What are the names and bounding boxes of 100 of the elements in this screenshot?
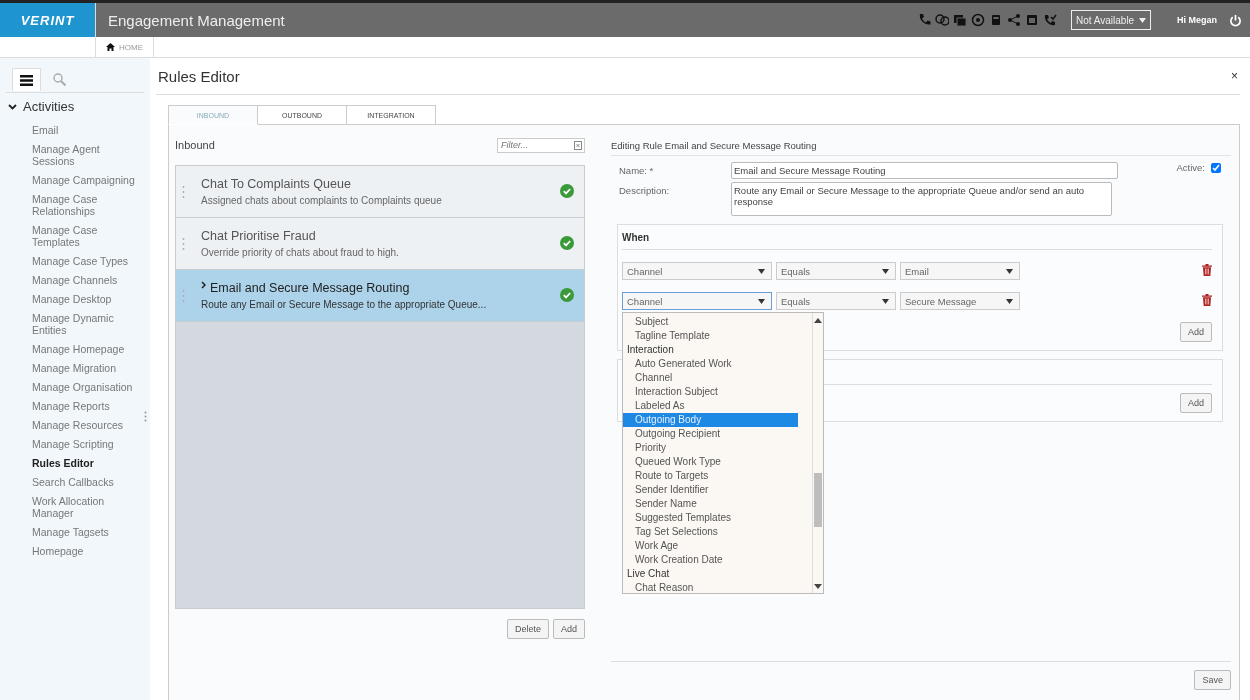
sidebar-item[interactable]: Manage Case Templates xyxy=(32,224,140,248)
dropdown-option[interactable]: Work Creation Date xyxy=(623,553,798,567)
card-icon[interactable] xyxy=(989,13,1003,27)
greeting: Hi Megan xyxy=(1177,15,1217,25)
trash-icon[interactable] xyxy=(1202,264,1212,276)
dropdown-option[interactable]: Chat Reason xyxy=(623,581,798,595)
operator-select[interactable]: Equals xyxy=(776,262,896,280)
caret-icon xyxy=(1006,298,1013,304)
dropdown-option[interactable]: Channel xyxy=(623,371,798,385)
phone-icon[interactable] xyxy=(917,13,931,27)
sidebar-item[interactable]: Manage Campaigning xyxy=(32,174,140,186)
activities-section[interactable]: Activities xyxy=(8,99,144,114)
dropdown-option[interactable]: Priority xyxy=(623,441,798,455)
dropdown-option[interactable]: Sender Name xyxy=(623,497,798,511)
sidebar-item[interactable]: Email xyxy=(32,124,140,136)
list-button[interactable]: Add xyxy=(553,619,585,639)
active-checkbox[interactable] xyxy=(1211,162,1221,173)
page-title: Rules Editor xyxy=(158,67,240,85)
target-icon[interactable] xyxy=(971,13,985,27)
check-icon xyxy=(560,183,574,198)
chat-bubbles-icon[interactable] xyxy=(935,13,949,27)
value-select[interactable]: Secure Message xyxy=(900,292,1020,310)
sidebar-item[interactable]: Manage Reports xyxy=(32,400,140,412)
sidebar-item[interactable]: Manage Channels xyxy=(32,274,140,286)
trash-icon[interactable] xyxy=(1202,294,1212,306)
field-select[interactable]: Channel xyxy=(622,292,772,310)
save-button[interactable]: Save xyxy=(1194,670,1231,690)
resize-handle-icon[interactable] xyxy=(144,411,147,422)
sidebar-item[interactable]: Manage Agent Sessions xyxy=(32,143,140,167)
power-icon[interactable] xyxy=(1229,13,1242,27)
field-label: Description: xyxy=(619,184,671,196)
drag-handle-icon[interactable] xyxy=(182,288,185,303)
rule-description: Override priority of chats about fraud to high. xyxy=(201,247,400,258)
field-label: Name: * xyxy=(619,164,655,176)
list-button[interactable]: Delete xyxy=(506,619,549,639)
close-button[interactable]: × xyxy=(1231,69,1238,83)
sidebar-item[interactable]: Manage Homepage xyxy=(32,343,140,355)
menu-icon[interactable] xyxy=(12,67,41,91)
dropdown-option[interactable]: Interaction Subject xyxy=(623,385,798,399)
sidebar-item[interactable]: Homepage xyxy=(32,545,140,557)
rule-item[interactable]: Chat To Complaints Queue Assigned chats about complaints to Complaints queue xyxy=(176,166,584,218)
windows-icon[interactable] xyxy=(953,13,967,27)
option-group: Interaction xyxy=(623,343,798,357)
rule-item[interactable]: Email and Secure Message Routing Route any Email or Secure Message to the appropriate Queue... xyxy=(176,270,584,322)
sidebar-item[interactable]: Manage Migration xyxy=(32,362,140,374)
share-icon[interactable] xyxy=(1007,13,1021,27)
caret-icon xyxy=(758,268,765,274)
field-select[interactable]: Channel xyxy=(622,262,772,280)
clear-icon[interactable] xyxy=(574,140,582,150)
calendar-icon[interactable] xyxy=(1025,13,1039,27)
phone-check-icon[interactable] xyxy=(1043,13,1057,27)
home-icon xyxy=(106,43,115,51)
dropdown-option[interactable]: Auto Generated Work xyxy=(623,357,798,371)
value-select[interactable]: Email xyxy=(900,262,1020,280)
option-group: Live Chat xyxy=(623,567,798,581)
scroll-up-icon[interactable] xyxy=(814,318,822,323)
editor-heading: Editing Rule Email and Secure Message Routing xyxy=(611,135,1231,156)
filter-field[interactable]: Filter... xyxy=(497,137,585,153)
name-field[interactable]: Email and Secure Message Routing xyxy=(731,162,1118,179)
sidebar-item[interactable]: Manage Resources xyxy=(32,419,140,431)
status-dropdown[interactable]: Not Available xyxy=(1071,10,1151,30)
drag-handle-icon[interactable] xyxy=(182,236,185,251)
search-icon[interactable] xyxy=(53,72,66,86)
dropdown-option[interactable]: Queued Work Type xyxy=(623,455,798,469)
caret-icon xyxy=(1006,268,1013,274)
dropdown-option[interactable]: Suggested Templates xyxy=(623,511,798,525)
list-title: Inbound xyxy=(175,139,215,151)
dropdown-option[interactable]: Tag Set Selections xyxy=(623,525,798,539)
sidebar-item[interactable]: Manage Organisation xyxy=(32,381,140,393)
sidebar-item[interactable]: Manage Tagsets xyxy=(32,526,140,538)
dropdown-option[interactable]: Sender Identifier xyxy=(623,483,798,497)
scrollbar[interactable] xyxy=(812,313,823,593)
rule-description: Assigned chats about complaints to Complaints queue xyxy=(201,195,443,206)
sidebar-item[interactable]: Rules Editor xyxy=(32,457,140,469)
operator-select[interactable]: Equals xyxy=(776,292,896,310)
sidebar-item[interactable]: Manage Case Relationships xyxy=(32,193,140,217)
caret-icon xyxy=(882,268,889,274)
add-button[interactable]: Add xyxy=(1180,393,1212,413)
add-button[interactable]: Add xyxy=(1180,322,1212,342)
section-title: When xyxy=(622,231,650,243)
sidebar-item[interactable]: Work Allocation Manager xyxy=(32,495,140,519)
dropdown-option[interactable]: Labeled As xyxy=(623,399,798,413)
caret-icon xyxy=(758,298,765,304)
rule-title: Email and Secure Message Routing xyxy=(210,281,410,295)
dropdown-option[interactable]: Subject xyxy=(623,315,798,329)
drag-handle-icon[interactable] xyxy=(182,184,185,199)
rule-item[interactable]: Chat Prioritise Fraud Override priority of chats about fraud to high. xyxy=(176,218,584,270)
scrollbar-thumb[interactable] xyxy=(814,473,822,527)
sidebar-item[interactable]: Manage Scripting xyxy=(32,438,140,450)
description-field[interactable]: Route any Email or Secure Message to the appropriate Queue and/or send an auto response xyxy=(731,182,1112,216)
sidebar-item[interactable]: Manage Dynamic Entities xyxy=(32,312,140,336)
dropdown-option[interactable]: Outgoing Recipient xyxy=(623,427,798,441)
dropdown-option[interactable]: Work Age xyxy=(623,539,798,553)
sidebar-item[interactable]: Manage Desktop xyxy=(32,293,140,305)
dropdown-option[interactable]: Tagline Template xyxy=(623,329,798,343)
scroll-down-icon[interactable] xyxy=(814,584,822,589)
sidebar-item[interactable]: Manage Case Types xyxy=(32,255,140,267)
dropdown-option[interactable]: Route to Targets xyxy=(623,469,798,483)
sidebar-item[interactable]: Search Callbacks xyxy=(32,476,140,488)
caret-icon xyxy=(882,298,889,304)
